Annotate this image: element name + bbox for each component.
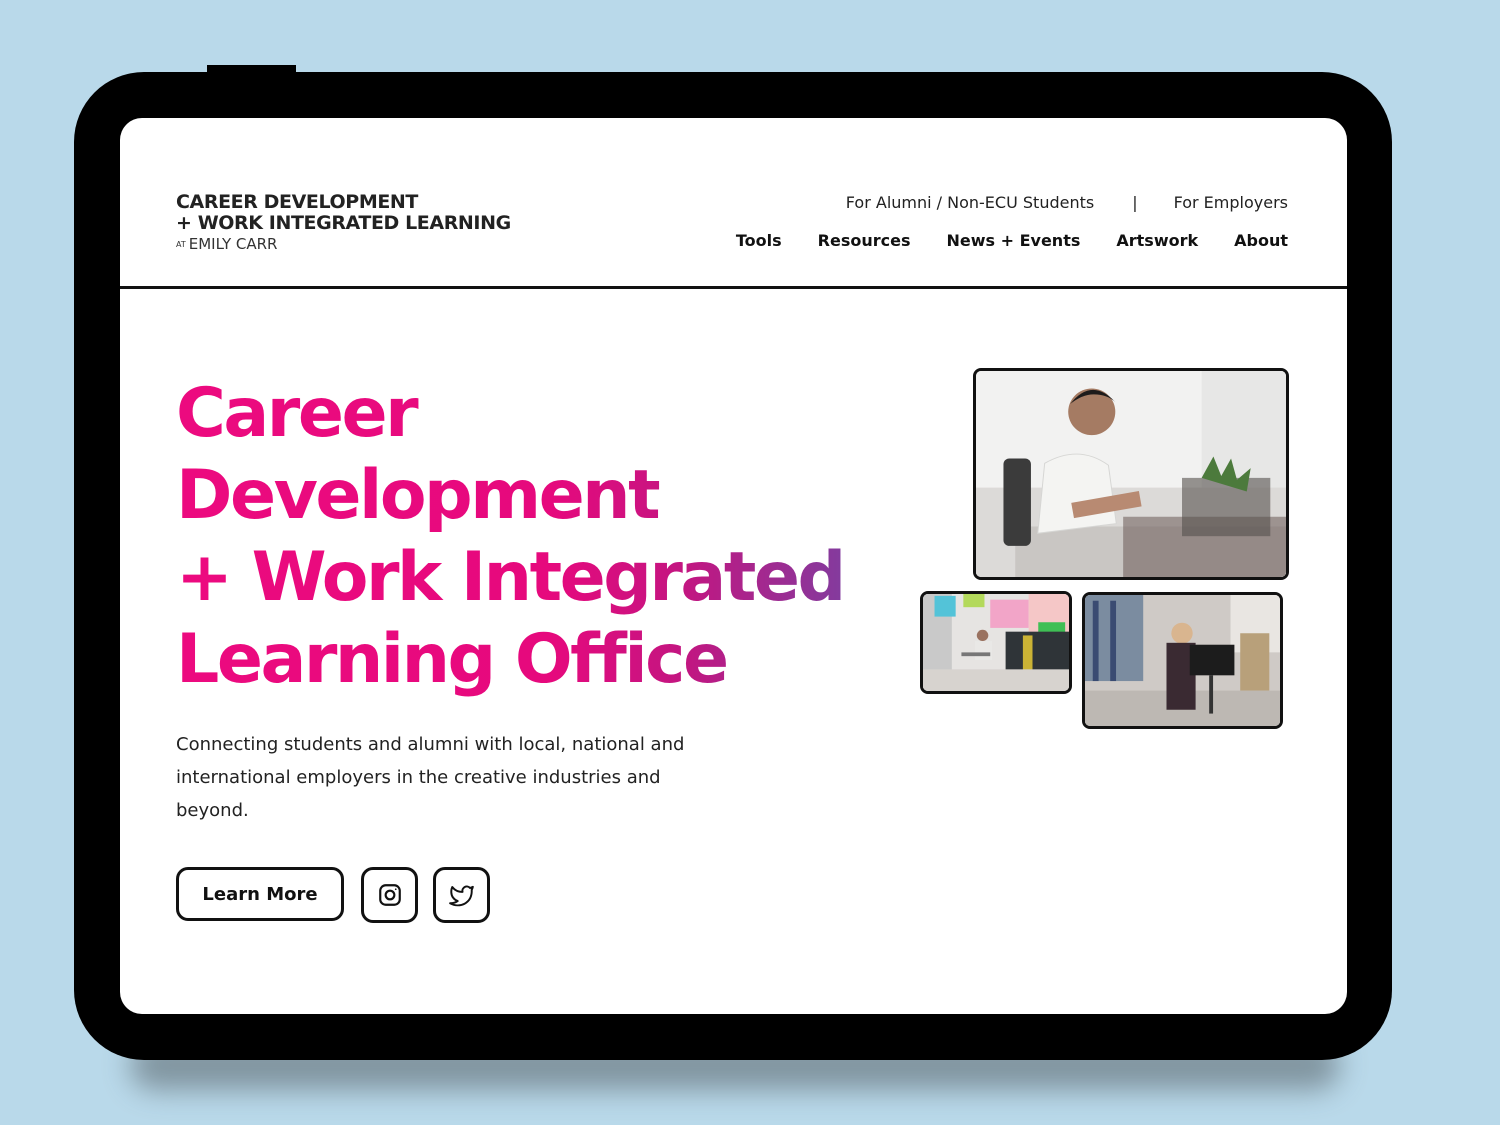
website-screen: CAREER DEVELOPMENT + WORK INTEGRATED LEA… <box>120 118 1347 1014</box>
photo-student-drawing <box>973 368 1289 580</box>
hero-title-line-2: Development <box>176 456 659 535</box>
instagram-button[interactable] <box>361 867 418 923</box>
photo-student-painting <box>920 591 1072 694</box>
hero-title-line-1: Career <box>176 374 417 453</box>
main-nav: Tools Resources News + Events Artswork A… <box>736 231 1288 250</box>
nav-item-tools[interactable]: Tools <box>736 231 782 250</box>
logo-line-2: + WORK INTEGRATED LEARNING <box>176 212 511 234</box>
site-header: CAREER DEVELOPMENT + WORK INTEGRATED LEA… <box>120 118 1347 289</box>
logo-line-1: CAREER DEVELOPMENT <box>176 191 418 213</box>
nav-item-about[interactable]: About <box>1234 231 1288 250</box>
twitter-icon <box>448 885 474 907</box>
nav-separator: | <box>1132 193 1138 212</box>
logo-line-3: AT EMILY CARR <box>176 235 511 254</box>
nav-item-news-events[interactable]: News + Events <box>947 231 1081 250</box>
twitter-button[interactable] <box>433 867 490 923</box>
instagram-icon <box>378 884 401 906</box>
utility-nav: For Alumni / Non-ECU Students | For Empl… <box>846 193 1288 212</box>
nav-item-artswork[interactable]: Artswork <box>1116 231 1198 250</box>
logo-emily-carr: EMILY CARR <box>188 235 278 253</box>
learn-more-button[interactable]: Learn More <box>176 867 344 921</box>
hero-subtitle: Connecting students and alumni with loca… <box>176 734 685 821</box>
logo-at: AT <box>176 240 186 249</box>
nav-item-resources[interactable]: Resources <box>818 231 911 250</box>
nav-link-alumni[interactable]: For Alumni / Non-ECU Students <box>846 193 1094 212</box>
site-logo[interactable]: CAREER DEVELOPMENT + WORK INTEGRATED LEA… <box>176 192 511 254</box>
hero-title: Career Development + Work Integrated Lea… <box>176 373 856 701</box>
hero-title-line-3: + Work Integrated <box>176 538 844 617</box>
photo-student-camera <box>1082 592 1283 729</box>
nav-link-employers[interactable]: For Employers <box>1174 193 1288 212</box>
hero-title-line-4: Learning Office <box>176 620 727 699</box>
